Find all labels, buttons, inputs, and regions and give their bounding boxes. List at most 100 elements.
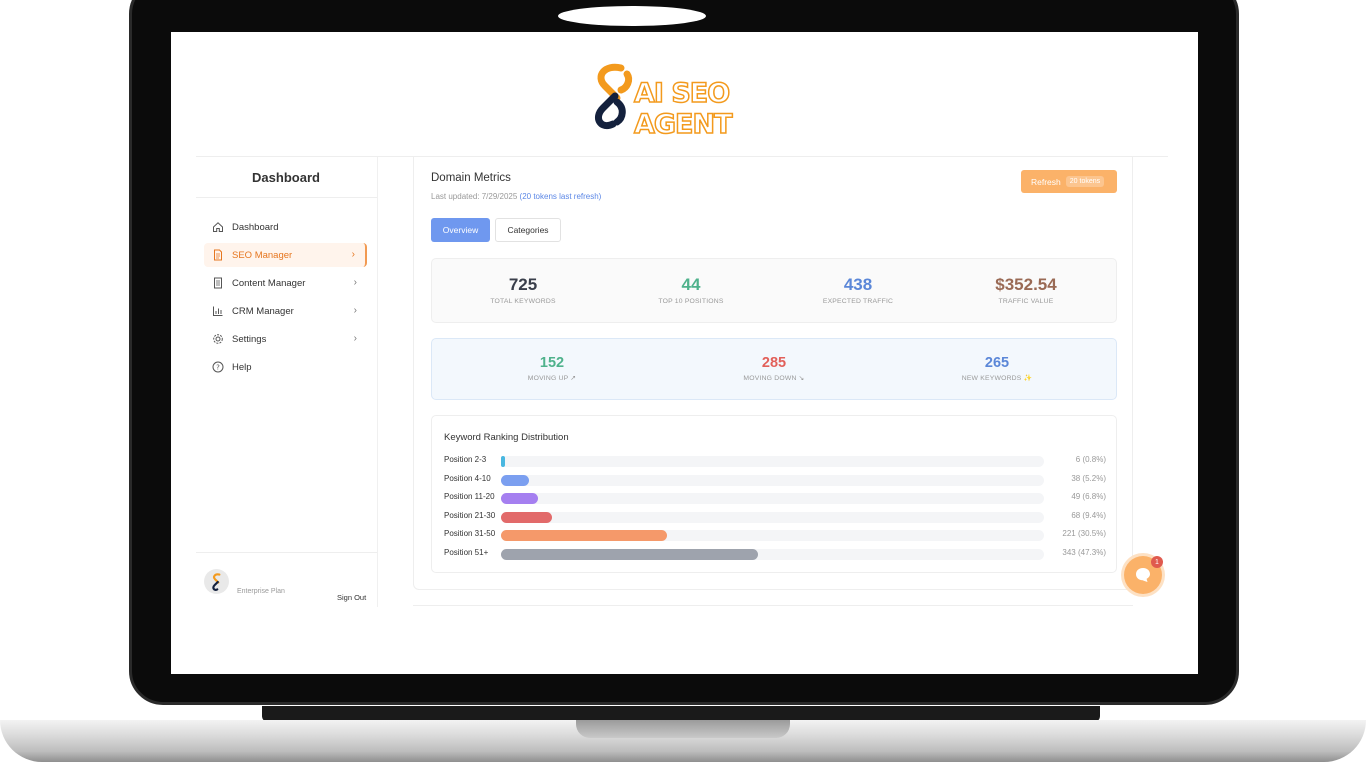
sidebar-divider xyxy=(196,197,377,198)
tokens-badge: 20 tokens xyxy=(1065,176,1105,187)
distribution-row-value: 6 (0.8%) xyxy=(1075,455,1106,464)
distribution-row-value: 49 (6.8%) xyxy=(1071,492,1106,502)
sidebar-item-content-manager[interactable]: Content Manager › xyxy=(204,271,367,295)
panel-bottom-divider xyxy=(413,605,1133,606)
logo[interactable]: AI SEO AGENT xyxy=(587,62,787,141)
distribution-bar xyxy=(501,474,530,486)
sidebar-item-label: Content Manager xyxy=(232,277,306,289)
distribution-row-value: 221 (30.5%) xyxy=(1062,529,1106,539)
distribution-bar xyxy=(501,511,553,523)
tab-categories[interactable]: Categories xyxy=(495,218,561,242)
logo-text: AI SEO AGENT xyxy=(633,77,733,141)
movement-value: 265 xyxy=(984,355,1010,371)
distribution-track xyxy=(501,456,1044,467)
moving-down: 285 MOVING DOWN ↘ xyxy=(674,355,874,382)
plan-label: Enterprise Plan xyxy=(237,588,285,595)
stat-top-10-positions: 44 TOP 10 POSITIONS xyxy=(606,275,776,305)
last-updated-text: Last updated: 7/29/2025 (20 tokens last … xyxy=(431,192,601,201)
help-icon: ? xyxy=(212,361,224,373)
page-title: Domain Metrics xyxy=(431,172,511,184)
distribution-title: Keyword Ranking Distribution xyxy=(444,432,569,443)
stat-total-keywords: 725 TOTAL KEYWORDS xyxy=(438,275,608,305)
movement-label: MOVING UP ↗ xyxy=(527,375,577,382)
movement-value: 152 xyxy=(539,355,565,371)
distribution-row: Position 11-20 49 (6.8%) xyxy=(444,491,1106,505)
refresh-button-label: Refresh xyxy=(1031,176,1061,187)
distribution-row-label: Position 2-3 xyxy=(444,455,487,464)
chevron-right-icon: › xyxy=(351,249,355,260)
distribution-track xyxy=(501,493,1044,505)
distribution-bar xyxy=(501,493,538,505)
keyword-movement: 152 MOVING UP ↗ 285 MOVING DOWN ↘ 265 NE… xyxy=(431,338,1117,400)
chat-bubble-icon xyxy=(1136,568,1150,582)
sidebar-item-seo-manager[interactable]: SEO Manager › xyxy=(204,243,367,267)
home-icon xyxy=(212,221,224,233)
distribution-track xyxy=(501,511,1044,523)
stat-value: 725 xyxy=(508,275,538,294)
movement-label: MOVING DOWN ↘ xyxy=(743,375,805,382)
stat-expected-traffic: 438 EXPECTED TRAFFIC xyxy=(773,275,943,305)
stat-label: TOP 10 POSITIONS xyxy=(658,298,724,305)
document-icon xyxy=(212,249,224,261)
svg-text:?: ? xyxy=(216,364,220,372)
new-keywords: 265 NEW KEYWORDS ✨ xyxy=(897,355,1097,382)
distribution-row-value: 38 (5.2%) xyxy=(1071,473,1106,483)
stats-summary: 725 TOTAL KEYWORDS 44 TOP 10 POSITIONS 4… xyxy=(431,258,1117,323)
sidebar-item-crm-manager[interactable]: CRM Manager › xyxy=(204,299,367,323)
ranking-distribution: Keyword Ranking Distribution Position 2-… xyxy=(431,415,1117,573)
moving-up: 152 MOVING UP ↗ xyxy=(452,355,652,382)
distribution-row: Position 21-30 68 (9.4%) xyxy=(444,510,1106,524)
domain-metrics-panel: Domain Metrics Last updated: 7/29/2025 (… xyxy=(413,156,1133,590)
distribution-bar xyxy=(501,530,667,542)
distribution-row: Position 31-50 221 (30.5%) xyxy=(444,528,1106,542)
sidebar-item-settings[interactable]: Settings › xyxy=(204,327,367,351)
distribution-row: Position 2-3 6 (0.8%) xyxy=(444,454,1106,468)
distribution-bar xyxy=(501,456,506,467)
distribution-row-label: Position 51+ xyxy=(444,548,489,557)
notification-badge: 1 xyxy=(1151,556,1163,568)
distribution-row-label: Position 31-50 xyxy=(444,529,496,539)
last-updated-label: Last updated: 7/29/2025 xyxy=(431,192,520,201)
chain-link-icon xyxy=(595,63,633,129)
sidebar-item-label: SEO Manager xyxy=(232,249,293,261)
stat-label: TRAFFIC VALUE xyxy=(998,298,1054,305)
distribution-row: Position 51+ 343 (47.3%) xyxy=(444,547,1106,561)
bar-chart-icon xyxy=(212,305,224,317)
movement-label: NEW KEYWORDS ✨ xyxy=(961,375,1033,382)
gear-icon xyxy=(212,333,224,345)
chevron-right-icon: › xyxy=(353,333,357,344)
refresh-button[interactable]: Refresh 20 tokens xyxy=(1021,170,1117,193)
distribution-row-label: Position 21-30 xyxy=(444,510,496,520)
distribution-row-value: 68 (9.4%) xyxy=(1071,510,1106,520)
distribution-row-value: 343 (47.3%) xyxy=(1062,548,1106,557)
chain-link-icon xyxy=(211,572,220,591)
stat-label: TOTAL KEYWORDS xyxy=(490,298,556,305)
laptop-camera-notch xyxy=(558,6,706,26)
movement-value: 285 xyxy=(761,355,787,371)
stat-value: 44 xyxy=(681,275,701,294)
sign-out-link[interactable]: Sign Out xyxy=(337,593,366,602)
sidebar-item-label: Help xyxy=(232,361,252,373)
sidebar-item-label: CRM Manager xyxy=(232,305,294,317)
laptop-groove xyxy=(576,720,790,738)
file-icon xyxy=(212,277,224,289)
distribution-row-label: Position 11-20 xyxy=(444,492,495,502)
app-screen: AI SEO AGENT Dashboard Dashboard SEO Man… xyxy=(171,32,1198,674)
sidebar: Dashboard Dashboard SEO Manager › Conten… xyxy=(196,157,378,607)
stat-value: $352.54 xyxy=(995,275,1057,294)
distribution-bar xyxy=(501,549,758,560)
chevron-right-icon: › xyxy=(353,277,357,288)
stat-label: EXPECTED TRAFFIC xyxy=(822,298,894,305)
distribution-track xyxy=(501,474,1044,486)
tokens-link[interactable]: (20 tokens last refresh) xyxy=(520,192,602,201)
sidebar-item-dashboard[interactable]: Dashboard xyxy=(204,215,367,239)
sidebar-footer-divider xyxy=(196,552,377,553)
sidebar-item-label: Dashboard xyxy=(232,221,279,233)
stat-traffic-value: $352.54 TRAFFIC VALUE xyxy=(941,275,1111,305)
stat-value: 438 xyxy=(843,275,873,294)
sidebar-item-help[interactable]: ? Help xyxy=(204,355,367,379)
tab-overview[interactable]: Overview xyxy=(431,218,490,242)
avatar[interactable] xyxy=(204,569,229,594)
sidebar-item-label: Settings xyxy=(232,333,267,345)
distribution-row: Position 4-10 38 (5.2%) xyxy=(444,473,1106,487)
